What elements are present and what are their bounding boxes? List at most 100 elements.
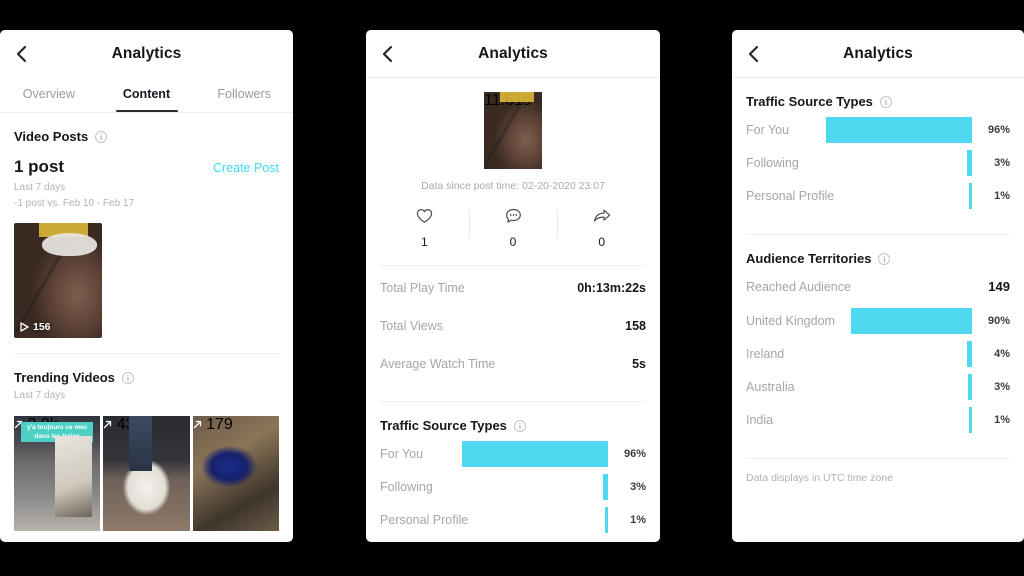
bar-fill xyxy=(851,307,972,334)
trending-video-2[interactable]: 432 xyxy=(103,415,190,531)
video-thumbnail[interactable]: 11.61s xyxy=(484,92,542,169)
bar-value-label: 90% xyxy=(987,314,1010,327)
audience-territories-title: Audience Territories xyxy=(746,251,872,266)
trending-range: Last 7 days xyxy=(14,390,66,401)
bar-category-label: Australia xyxy=(746,379,795,394)
page-title: Analytics xyxy=(111,45,182,62)
chevron-left-icon[interactable] xyxy=(12,45,30,63)
bar-category-label: For You xyxy=(380,446,424,461)
bar-row: Personal Profile 1% xyxy=(746,179,1010,212)
reached-audience-row: Reached Audience 149 xyxy=(746,266,1010,300)
bar-category-label: Following xyxy=(380,479,433,494)
analytics-tabs: Overview Content Followers xyxy=(0,78,293,113)
share-icon xyxy=(593,208,611,229)
views-overlay: 432 xyxy=(103,416,143,433)
likes-count: 1 xyxy=(420,235,428,249)
bar-category-label: Personal Profile xyxy=(380,512,469,527)
bar-fill xyxy=(969,182,972,209)
traffic-source-header-panel2: Traffic Source Types i xyxy=(380,402,646,433)
bar-category-label: For You xyxy=(746,122,790,137)
metric-total-views: Total Views 158 xyxy=(380,309,646,347)
video-post-thumbnail[interactable]: 156 xyxy=(14,223,102,338)
comments-stat: 0 xyxy=(468,208,558,249)
bar-fill xyxy=(462,440,608,467)
bar-track xyxy=(795,373,980,400)
video-posts-title: Video Posts xyxy=(14,129,89,144)
trending-videos-header: Trending Videos i xyxy=(14,354,279,385)
bar-row: Personal Profile 1% xyxy=(380,503,646,536)
likes-stat: 1 xyxy=(380,208,469,249)
bar-value-label: 1% xyxy=(994,189,1010,202)
metric-label: Total Views xyxy=(380,319,443,333)
bar-value-label: 3% xyxy=(994,156,1010,169)
trending-videos-grid: y'a toujours ce mec dans les trains 2.0k… xyxy=(14,415,279,531)
analytics-traffic-audience-screen: Analytics Traffic Source Types i For You… xyxy=(732,30,1024,542)
bar-category-label: Ireland xyxy=(746,346,785,361)
audience-territories-header: Audience Territories i xyxy=(746,235,1010,266)
bar-value-label: 4% xyxy=(994,347,1010,360)
bar-value-label: 96% xyxy=(987,123,1010,136)
bar-row: Australia 3% xyxy=(746,370,1010,403)
arrow-up-right-icon xyxy=(193,420,201,428)
metric-value: 0h:13m:22s xyxy=(577,281,646,295)
bar-category-label: Personal Profile xyxy=(746,188,835,203)
traffic-source-bar-chart-panel3: For You 96% Following 3% Personal Profile 1% xyxy=(746,113,1010,212)
reached-audience-label: Reached Audience xyxy=(746,279,851,294)
post-count-row: 1 post Create Post xyxy=(14,157,279,177)
analytics-content-screen: Analytics Overview Content Followers Vid… xyxy=(0,30,293,542)
trending-video-1[interactable]: y'a toujours ce mec dans les trains 2.0k xyxy=(14,415,101,531)
video-header: 11.61s Data since post time: 02-20-2020 … xyxy=(380,78,646,249)
info-icon[interactable]: i xyxy=(879,95,892,108)
bar-row: For You 96% xyxy=(380,437,646,470)
analytics-video-detail-screen: Analytics 11.61s Data since post time: 0… xyxy=(366,30,660,542)
tab-overview[interactable]: Overview xyxy=(0,78,98,112)
info-icon[interactable]: i xyxy=(513,419,526,432)
create-post-button[interactable]: Create Post xyxy=(213,161,279,175)
bar-value-label: 3% xyxy=(630,480,646,493)
bar-row: Following 3% xyxy=(380,470,646,503)
bar-fill xyxy=(966,340,972,367)
tab-followers[interactable]: Followers xyxy=(195,78,293,112)
bar-value-label: 1% xyxy=(994,413,1010,426)
trending-caption: y'a toujours ce mec dans les trains xyxy=(21,421,94,442)
traffic-source-title: Traffic Source Types xyxy=(380,418,507,433)
video-duration: 11.61s xyxy=(484,92,531,109)
bar-fill xyxy=(969,406,972,433)
bar-category-label: Following xyxy=(746,155,799,170)
bar-fill xyxy=(603,473,608,500)
bar-track xyxy=(834,182,980,209)
shares-count: 0 xyxy=(598,235,606,249)
bar-row: India 1% xyxy=(746,403,1010,436)
bar-track xyxy=(784,340,980,367)
info-icon[interactable]: i xyxy=(121,371,134,384)
bar-track xyxy=(433,473,616,500)
bar-row: For You 96% xyxy=(746,113,1010,146)
views-count: 179 xyxy=(206,415,233,433)
comments-count: 0 xyxy=(509,235,517,249)
metric-value: 5s xyxy=(632,357,646,371)
info-icon[interactable]: i xyxy=(95,130,108,143)
page-title: Analytics xyxy=(478,44,548,62)
bar-value-label: 1% xyxy=(630,513,646,526)
trending-video-3[interactable]: 179 xyxy=(192,415,279,531)
bar-fill xyxy=(967,149,972,176)
panel3-body: Traffic Source Types i For You 96% Followi… xyxy=(732,78,1024,484)
tab-content[interactable]: Content xyxy=(98,78,196,112)
bar-row: United Kingdom 90% xyxy=(746,304,1010,337)
info-icon[interactable]: i xyxy=(878,252,891,265)
chevron-left-icon[interactable] xyxy=(378,45,396,63)
play-count-overlay: 156 xyxy=(20,321,51,333)
metric-label: Total Play Time xyxy=(380,281,465,295)
views-count: 432 xyxy=(116,415,144,433)
bar-row: Ireland 4% xyxy=(746,337,1010,370)
traffic-source-bar-chart-panel2: For You 96% Following 3% Personal Profile 1% xyxy=(380,437,646,536)
post-count: 1 post xyxy=(14,157,65,176)
bar-track xyxy=(835,307,980,334)
shares-stat: 0 xyxy=(557,208,646,249)
chevron-left-icon[interactable] xyxy=(744,45,762,63)
bar-track xyxy=(799,149,980,176)
play-count: 156 xyxy=(33,321,51,333)
bar-category-label: United Kingdom xyxy=(746,313,835,328)
navbar-panel1: Analytics xyxy=(0,30,293,78)
utc-footnote: Data displays in UTC time zone xyxy=(746,472,894,484)
